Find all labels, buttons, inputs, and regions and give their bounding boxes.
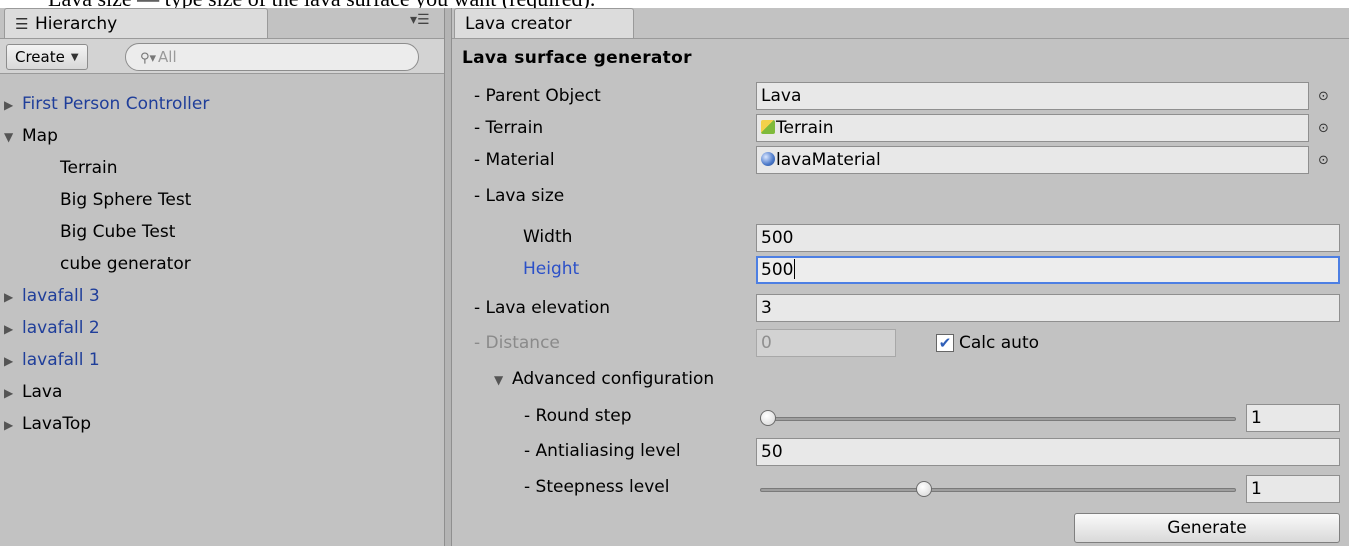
round-step-label: - Round step: [524, 406, 632, 426]
round-step-value: 1: [1251, 408, 1262, 428]
tree-item-label: Lava: [22, 382, 63, 402]
parent-object-field[interactable]: Lava: [756, 82, 1309, 110]
tree-item[interactable]: Big Cube Test: [0, 216, 444, 248]
width-field[interactable]: 500: [756, 224, 1340, 252]
tree-item-label: lavafall 3: [22, 286, 100, 306]
panel-splitter[interactable]: [444, 8, 452, 546]
tree-item[interactable]: ▶ First Person Controller: [0, 88, 444, 120]
terrain-label: - Terrain: [474, 118, 544, 138]
tree-item[interactable]: ▶ LavaTop: [0, 408, 444, 440]
material-label: - Material: [474, 150, 555, 170]
tree-item[interactable]: ▶ Lava: [0, 376, 444, 408]
search-placeholder: All: [158, 48, 177, 66]
round-step-slider-track[interactable]: [760, 417, 1236, 421]
tree-item[interactable]: ▶ lavafall 2: [0, 312, 444, 344]
lava-elevation-field[interactable]: 3: [756, 294, 1340, 322]
advanced-configuration-foldout[interactable]: ▼ Advanced configuration: [494, 369, 714, 389]
steepness-level-value: 1: [1251, 479, 1262, 499]
material-value: lavaMaterial: [776, 150, 881, 170]
distance-value: 0: [761, 333, 772, 353]
parent-object-value: Lava: [761, 86, 802, 106]
panel-menu-icon[interactable]: ▾☰: [410, 12, 430, 28]
parent-object-label: - Parent Object: [474, 86, 601, 106]
object-picker-icon[interactable]: ⊙: [1318, 153, 1329, 168]
expand-arrow-right-icon[interactable]: ▶: [0, 345, 22, 377]
create-dropdown-button[interactable]: Create ▼: [6, 44, 88, 70]
search-input[interactable]: ⚲▾ All: [125, 43, 419, 71]
tab-hierarchy[interactable]: ☰ Hierarchy: [4, 8, 268, 38]
tree-item[interactable]: Big Sphere Test: [0, 184, 444, 216]
height-label: Height: [523, 259, 580, 279]
terrain-icon: [761, 120, 775, 134]
background-document-strip: Lava size — type size of the lava surfac…: [0, 0, 1349, 8]
distance-field: 0: [756, 329, 896, 357]
steepness-level-field[interactable]: 1: [1246, 475, 1340, 503]
tree-item[interactable]: Terrain: [0, 152, 444, 184]
lava-elevation-value: 3: [761, 298, 772, 318]
tree-item-label: lavafall 1: [22, 350, 100, 370]
width-value: 500: [761, 228, 794, 248]
create-label: Create: [15, 48, 65, 66]
tab-lava-creator-label: Lava creator: [465, 14, 572, 34]
steepness-level-label: - Steepness level: [524, 477, 670, 497]
generate-label: Generate: [1167, 518, 1247, 538]
tree-item-label: lavafall 2: [22, 318, 100, 338]
height-field[interactable]: 500: [756, 256, 1340, 284]
hierarchy-tree: ▶ First Person Controller ▼ Map Terrain Big S…: [0, 88, 444, 440]
tree-item-label: First Person Controller: [22, 94, 210, 114]
advanced-configuration-label: Advanced configuration: [512, 369, 715, 389]
lava-creator-panel: Lava creator Lava surface generator - Pa…: [452, 8, 1349, 546]
tab-hierarchy-label: Hierarchy: [35, 14, 118, 34]
list-icon: ☰: [15, 15, 29, 33]
tab-lava-creator[interactable]: Lava creator: [454, 8, 634, 38]
lava-creator-body: Lava surface generator - Parent Object L…: [452, 38, 1349, 546]
object-picker-icon[interactable]: ⊙: [1318, 89, 1329, 104]
tree-item-label: Big Cube Test: [60, 222, 176, 242]
height-value: 500: [761, 260, 794, 280]
tree-item-label: Map: [22, 126, 58, 146]
section-title: Lava surface generator: [462, 48, 692, 68]
distance-label: - Distance: [474, 333, 560, 353]
terrain-value: Terrain: [776, 118, 834, 138]
tree-item-label: Terrain: [60, 158, 118, 178]
material-field[interactable]: lavaMaterial: [756, 146, 1309, 174]
material-sphere-icon: [761, 152, 775, 166]
antialiasing-level-label: - Antialiasing level: [524, 441, 681, 461]
expand-arrow-down-icon[interactable]: ▼: [0, 121, 22, 153]
expand-arrow-right-icon[interactable]: ▶: [0, 89, 22, 121]
tree-item[interactable]: ▶ lavafall 3: [0, 280, 444, 312]
round-step-field[interactable]: 1: [1246, 404, 1340, 432]
steepness-slider-thumb[interactable]: [916, 481, 933, 497]
terrain-field[interactable]: Terrain: [756, 114, 1309, 142]
expand-arrow-right-icon[interactable]: ▶: [0, 313, 22, 345]
tree-item[interactable]: ▶ lavafall 1: [0, 344, 444, 376]
generate-button[interactable]: Generate: [1074, 513, 1340, 543]
calc-auto-checkbox[interactable]: ✔: [936, 334, 954, 352]
hierarchy-toolbar: Create ▼ ⚲▾ All: [0, 38, 444, 74]
object-picker-icon[interactable]: ⊙: [1318, 121, 1329, 136]
expand-arrow-right-icon[interactable]: ▶: [0, 377, 22, 409]
tree-item[interactable]: ▼ Map: [0, 120, 444, 152]
antialiasing-level-field[interactable]: 50: [756, 438, 1340, 466]
expand-arrow-right-icon[interactable]: ▶: [0, 409, 22, 441]
checkmark-icon: ✔: [938, 334, 952, 352]
hierarchy-panel: ☰ Hierarchy ▾☰ Create ▼ ⚲▾ All ▶ First Perso…: [0, 8, 444, 546]
round-step-slider-thumb[interactable]: [760, 410, 776, 426]
search-icon: ⚲▾: [140, 51, 157, 66]
calc-auto-label: Calc auto: [959, 333, 1040, 353]
expand-arrow-right-icon[interactable]: ▶: [0, 281, 22, 313]
lava-size-label: - Lava size: [474, 186, 565, 206]
tree-item-label: Big Sphere Test: [60, 190, 192, 210]
antialiasing-level-value: 50: [761, 442, 783, 462]
steepness-slider-track[interactable]: [760, 488, 1236, 492]
background-document-text: Lava size — type size of the lava surfac…: [48, 0, 595, 8]
lava-elevation-label: - Lava elevation: [474, 298, 610, 318]
tree-item-label: LavaTop: [22, 414, 92, 434]
chevron-down-icon: ▼: [70, 52, 79, 63]
tree-item[interactable]: cube generator: [0, 248, 444, 280]
width-label: Width: [523, 227, 573, 247]
text-cursor: [794, 259, 796, 279]
tree-item-label: cube generator: [60, 254, 191, 274]
foldout-arrow-icon: ▼: [494, 373, 504, 387]
